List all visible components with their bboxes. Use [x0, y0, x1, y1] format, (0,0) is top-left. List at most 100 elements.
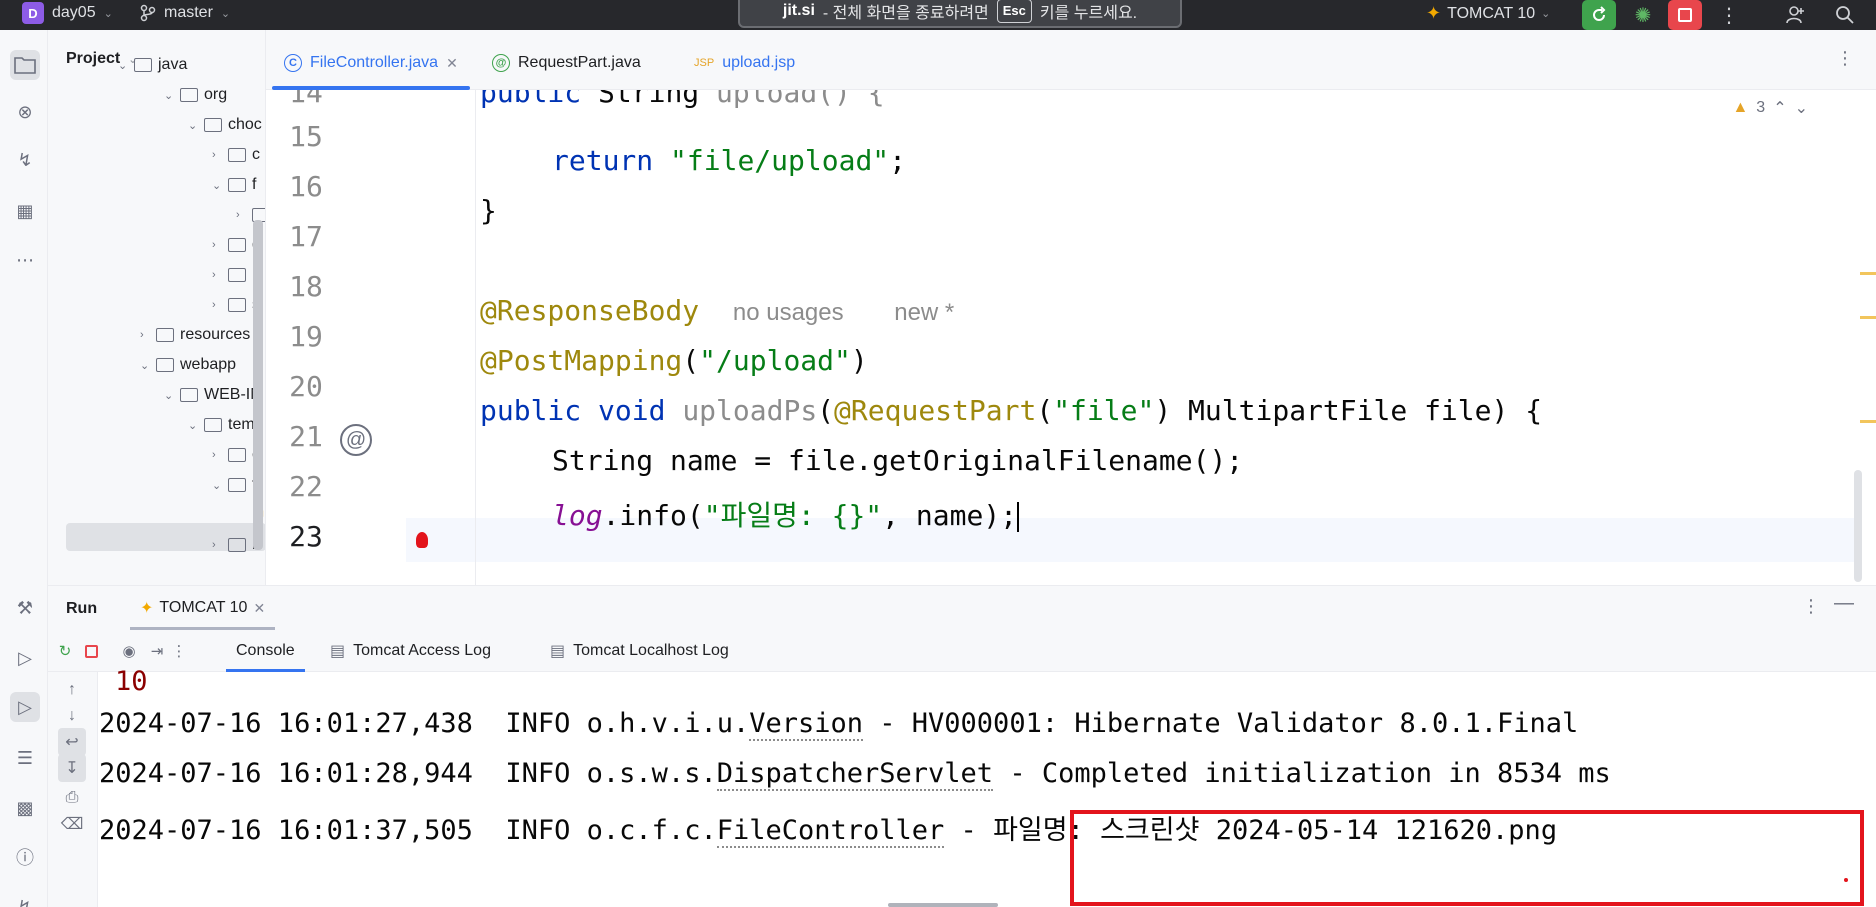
implements-gutter-icon[interactable]: @ [340, 424, 372, 456]
project-switcher[interactable]: D day05 ⌄ [22, 2, 113, 24]
title-bar: D day05 ⌄ master ⌄ jit.si - 전체 화면을 종료하려면… [0, 0, 1876, 30]
terminal-icon[interactable]: ▩ [10, 793, 40, 823]
author-hint[interactable]: new * [894, 299, 954, 326]
camera-icon[interactable]: ◉ [116, 638, 142, 664]
folder-icon [228, 538, 246, 552]
pull-requests-icon[interactable]: ↯ [10, 145, 40, 175]
tree-item[interactable]: ⌄ org [164, 80, 227, 110]
tab-requestpart[interactable]: @ RequestPart.java [492, 48, 641, 78]
editor-scrollbar[interactable] [1854, 470, 1862, 582]
project-scrollbar[interactable] [253, 220, 263, 550]
branch-switcher[interactable]: master ⌄ [140, 4, 230, 22]
commit-icon[interactable]: ⊗ [10, 97, 40, 127]
run-icon[interactable]: ▷ [10, 692, 40, 722]
run-config-selector[interactable]: ✦ TOMCAT 10 ⌄ [1426, 3, 1550, 24]
tab-upload-jsp[interactable]: JSP upload.jsp [694, 48, 795, 78]
intention-bulb-icon[interactable] [416, 532, 428, 548]
layers-icon[interactable]: ☰ [10, 743, 40, 773]
tab-tomcat-access-log[interactable]: ▤ Tomcat Access Log [330, 630, 491, 672]
project-folder-icon[interactable] [10, 50, 40, 80]
scroll-to-end-icon[interactable]: ↧ [58, 754, 86, 782]
folder-icon [228, 298, 246, 312]
tree-item[interactable]: ⌄f [212, 170, 256, 200]
more-actions-icon[interactable]: ⋮ [1714, 0, 1744, 30]
add-user-icon[interactable] [1780, 0, 1810, 30]
fullscreen-exit-hint: jit.si - 전체 화면을 종료하려면 Esc 키를 누르세요. [738, 0, 1182, 28]
debug-icon[interactable]: ✺ [1628, 0, 1658, 30]
inspection-widget[interactable]: ▲ 3 ⌃ ⌄ [1732, 98, 1808, 118]
soft-wrap-icon[interactable]: ↩ [58, 728, 86, 756]
structure-icon[interactable]: ▦ [10, 196, 40, 226]
run-tab-tomcat[interactable]: ✦ TOMCAT 10 ✕ [130, 590, 276, 630]
folder-icon [228, 448, 246, 462]
stop-icon[interactable] [78, 638, 104, 664]
usages-hint[interactable]: no usages [733, 299, 844, 326]
console-line: 2024-07-16 16:01:28,944 INFO o.s.w.s.Dis… [99, 758, 1611, 791]
folder-icon [180, 88, 198, 102]
rerun-icon[interactable]: ↻ [52, 638, 78, 664]
project-panel: Project ⌄ ⌄java ⌄org ⌄choc ›c ⌄f › ›g ›r… [48, 30, 266, 585]
close-icon[interactable]: ✕ [446, 55, 458, 72]
rerun-button[interactable] [1582, 0, 1616, 30]
indent-guide [475, 90, 476, 585]
tree-item[interactable]: ›r [212, 530, 257, 560]
run-tab-label: TOMCAT 10 [159, 599, 248, 616]
text-caret [1017, 502, 1020, 532]
logger-link[interactable]: Version [749, 708, 864, 741]
console-horizontal-scrollbar[interactable] [888, 903, 998, 907]
class-icon: C [284, 54, 302, 72]
tree-item[interactable]: ⌄f [212, 470, 256, 500]
problems-icon[interactable]: ⓘ [10, 842, 40, 872]
arrow-up-icon[interactable]: ↑ [58, 676, 86, 704]
tree-item[interactable]: › c [212, 140, 260, 170]
project-name: day05 [52, 4, 96, 21]
overlay-app-name: jit.si [782, 2, 815, 19]
chevron-down-icon: ⌄ [1541, 8, 1551, 20]
more-options-icon[interactable]: ⋮ [1802, 596, 1820, 617]
line-number: 23 [289, 520, 323, 553]
logger-link[interactable]: FileController [716, 815, 945, 848]
close-icon[interactable]: ✕ [253, 600, 265, 617]
chevron-down-icon: ⌄ [220, 7, 231, 20]
tab-console[interactable]: Console [226, 630, 305, 672]
esc-key: Esc [996, 0, 1032, 23]
tree-item[interactable]: ⌄ webapp [140, 350, 236, 380]
run-title: Run [66, 600, 98, 617]
tree-item[interactable]: ⌄ choc [188, 110, 262, 140]
arrow-down-icon[interactable]: ↓ [58, 702, 86, 730]
project-panel-title: Project [66, 50, 121, 67]
minimize-icon[interactable]: — [1834, 592, 1854, 615]
branch-name: master [164, 4, 213, 21]
line-number: 17 [289, 220, 323, 253]
tree-item[interactable]: ⌄ tem [188, 410, 255, 440]
more-tabs-icon[interactable]: ⋮ [1836, 48, 1854, 69]
run-config-label: TOMCAT 10 [1447, 4, 1536, 22]
tab-tomcat-localhost-log[interactable]: ▤ Tomcat Localhost Log [550, 630, 729, 672]
more-tools-icon[interactable]: ⋯ [10, 245, 40, 275]
current-line-highlight [266, 518, 1862, 562]
code-line-20: @PostMapping("/upload") [480, 344, 868, 377]
error-stripe-mark[interactable] [1860, 272, 1876, 275]
git-icon[interactable]: ↯ [10, 892, 40, 907]
code-editor[interactable]: 14 15 16 17 18 19 20 21 22 23 @ ▲ 3 ⌃ ⌄ … [266, 90, 1876, 585]
tab-filecontroller[interactable]: C FileController.java ✕ [272, 48, 470, 90]
highlight-annotation-box [1070, 810, 1864, 906]
folder-icon [228, 478, 246, 492]
more-icon[interactable]: ⋮ [166, 638, 192, 664]
trash-icon[interactable]: ⌫ [58, 810, 86, 838]
line-number: 14 [289, 90, 323, 109]
rerun-icon [1593, 6, 1606, 21]
print-icon[interactable]: ⎙ [58, 784, 86, 812]
error-stripe-mark[interactable] [1860, 420, 1876, 423]
build-hammer-icon[interactable]: ⚒ [10, 593, 40, 623]
error-stripe-mark[interactable] [1860, 316, 1876, 319]
search-icon[interactable] [1830, 0, 1860, 30]
tree-item[interactable]: ⌄ java [118, 50, 187, 80]
tree-item[interactable]: ⌄ WEB-IN [164, 380, 262, 410]
tree-item[interactable]: ›r [212, 260, 257, 290]
services-icon[interactable]: ▷ [10, 643, 40, 673]
stop-button[interactable] [1668, 0, 1702, 30]
tree-item[interactable]: › resources [140, 320, 250, 350]
logger-link[interactable]: DispatcherServlet [716, 758, 994, 791]
line-number: 19 [289, 320, 323, 353]
